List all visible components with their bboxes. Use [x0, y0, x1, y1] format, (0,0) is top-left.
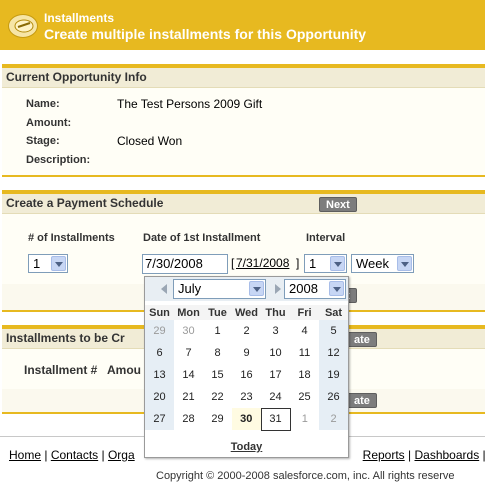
- footer-link-organizations[interactable]: Orga: [108, 448, 135, 462]
- first-installment-date-label: Date of 1st Installment: [143, 232, 261, 244]
- calendar-day[interactable]: 4: [290, 320, 319, 342]
- page-header: Installments Create multiple installment…: [0, 0, 485, 50]
- weekday-header: Sun: [145, 305, 174, 320]
- page-subtitle: Create multiple installments for this Op…: [44, 26, 367, 42]
- calendar-day[interactable]: 13: [145, 364, 174, 386]
- payment-schedule-title-text: Create a Payment Schedule: [6, 196, 164, 210]
- calendar-day[interactable]: 16: [232, 364, 261, 386]
- stage-value: Closed Won: [117, 134, 183, 148]
- calendar-day[interactable]: 29: [203, 408, 232, 430]
- calendar-day[interactable]: 10: [261, 342, 290, 364]
- chevron-down-icon: [51, 256, 66, 271]
- weekday-header: Fri: [290, 305, 319, 320]
- weekday-header: Sat: [319, 305, 348, 320]
- amount-header: Amou: [107, 363, 141, 377]
- opportunity-info-section: Current Opportunity Info Name: The Test …: [2, 64, 485, 177]
- calendar-day[interactable]: 20: [145, 386, 174, 408]
- calendar-day[interactable]: 8: [203, 342, 232, 364]
- calendar-day[interactable]: 17: [261, 364, 290, 386]
- footer-link-home[interactable]: Home: [9, 448, 41, 462]
- interval-label: Interval: [306, 232, 346, 244]
- description-label: Description:: [26, 154, 91, 166]
- installment-number-header: Installment #: [24, 363, 98, 377]
- create-button-top[interactable]: ate: [347, 332, 377, 347]
- calendar-day[interactable]: 27: [145, 408, 174, 430]
- chevron-down-icon: [397, 256, 412, 271]
- calendar-day[interactable]: 1: [203, 320, 232, 342]
- calendar-day[interactable]: 23: [232, 386, 261, 408]
- num-installments-label: # of Installments: [28, 232, 115, 244]
- calendar-day[interactable]: 3: [261, 320, 290, 342]
- calendar-day[interactable]: 18: [290, 364, 319, 386]
- calendar-day[interactable]: 24: [261, 386, 290, 408]
- date-link[interactable]: 7/31/2008: [236, 256, 289, 270]
- calendar-day[interactable]: 5: [319, 320, 348, 342]
- interval-unit-select[interactable]: Week: [351, 254, 414, 273]
- weekday-header: Wed: [232, 305, 261, 320]
- stage-label: Stage:: [26, 135, 60, 147]
- installments-coin-icon: [8, 14, 38, 38]
- calendar-day[interactable]: 2: [319, 408, 348, 430]
- calendar-day[interactable]: 1: [290, 408, 319, 430]
- calendar-day[interactable]: 2: [232, 320, 261, 342]
- calendar-day-selected[interactable]: 30: [232, 408, 261, 430]
- calendar-header: July 2008: [145, 277, 348, 301]
- calendar-day[interactable]: 26: [319, 386, 348, 408]
- opportunity-info-title: Current Opportunity Info: [2, 68, 485, 88]
- chevron-down-icon: [249, 281, 264, 296]
- calendar-day[interactable]: 9: [232, 342, 261, 364]
- next-month-icon[interactable]: [275, 284, 281, 294]
- previous-month-icon[interactable]: [161, 284, 167, 294]
- calendar-day[interactable]: 22: [203, 386, 232, 408]
- calendar-day[interactable]: 11: [290, 342, 319, 364]
- name-label: Name:: [26, 98, 60, 110]
- copyright: Copyright © 2000-2008 salesforce.com, in…: [156, 470, 455, 482]
- calendar-day[interactable]: 19: [319, 364, 348, 386]
- calendar-day[interactable]: 28: [174, 408, 203, 430]
- month-select[interactable]: July: [173, 279, 266, 299]
- year-select[interactable]: 2008: [284, 279, 346, 299]
- weekday-header: Tue: [203, 305, 232, 320]
- date-picker-calendar: July 2008 Sun Mon Tue Wed Thu Fri Sat 29…: [144, 276, 349, 458]
- num-installments-select[interactable]: 1: [28, 254, 68, 273]
- name-value: The Test Persons 2009 Gift: [117, 97, 263, 111]
- calendar-grid: Sun Mon Tue Wed Thu Fri Sat 29 30 1 2 3 …: [145, 305, 348, 431]
- next-button[interactable]: Next: [319, 197, 357, 212]
- payment-schedule-title: Create a Payment Schedule Next: [2, 194, 485, 214]
- calendar-day[interactable]: 25: [290, 386, 319, 408]
- footer-link-contacts[interactable]: Contacts: [51, 448, 98, 462]
- calendar-day[interactable]: 7: [174, 342, 203, 364]
- weekday-header: Mon: [174, 305, 203, 320]
- calendar-day[interactable]: 29: [145, 320, 174, 342]
- interval-number-select[interactable]: 1: [304, 254, 347, 273]
- footer-link-dashboards[interactable]: Dashboards: [414, 448, 479, 462]
- calendar-day[interactable]: 14: [174, 364, 203, 386]
- calendar-day[interactable]: 30: [174, 320, 203, 342]
- calendar-day[interactable]: 21: [174, 386, 203, 408]
- weekday-header: Thu: [261, 305, 290, 320]
- chevron-down-icon: [330, 256, 345, 271]
- first-installment-date-input[interactable]: 7/30/2008: [142, 254, 228, 274]
- calendar-day[interactable]: 6: [145, 342, 174, 364]
- calendar-today-link[interactable]: Today: [145, 441, 348, 453]
- calendar-day[interactable]: 15: [203, 364, 232, 386]
- page-title: Installments: [44, 11, 115, 25]
- footer-link-reports[interactable]: Reports: [363, 448, 405, 462]
- create-button-bottom[interactable]: ate: [347, 393, 377, 408]
- amount-label: Amount:: [26, 117, 72, 129]
- chevron-down-icon: [329, 281, 344, 296]
- calendar-day-today[interactable]: 31: [260, 407, 291, 431]
- calendar-day[interactable]: 12: [319, 342, 348, 364]
